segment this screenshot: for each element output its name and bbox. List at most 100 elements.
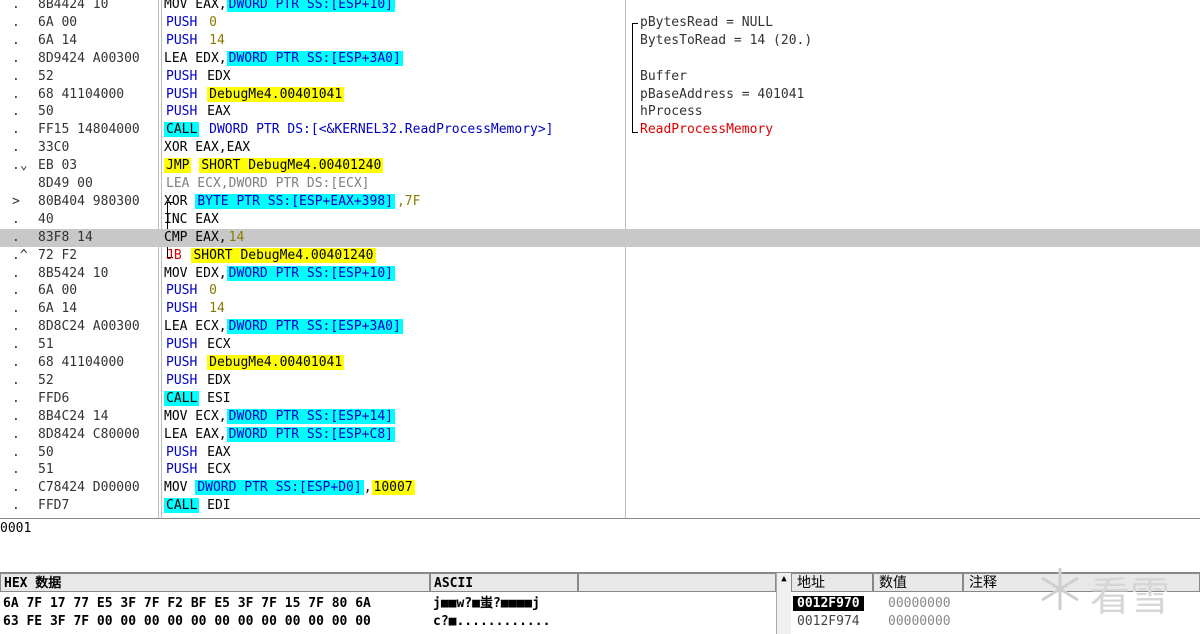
hex-bytes[interactable]: 51 <box>38 461 156 479</box>
hex-bytes[interactable]: 72 F2 <box>38 247 156 265</box>
instruction[interactable]: PUSH 0 <box>164 14 219 32</box>
instruction[interactable]: JMP SHORT DebugMe4.00401240 <box>164 157 384 175</box>
instruction[interactable]: PUSH EDX <box>164 372 231 390</box>
scroll-up-arrow-icon[interactable]: ▲ <box>777 573 791 585</box>
stack-header-value[interactable]: 数值 <box>873 573 963 592</box>
instruction[interactable]: INC EAX <box>164 211 219 229</box>
disasm-row[interactable]: . 8B4C24 14 MOV ECX, DWORD PTR SS:[ESP+14] <box>0 408 1200 426</box>
instruction[interactable]: LEA EAX, DWORD PTR SS:[ESP+C8] <box>164 426 395 444</box>
hex-bytes[interactable]: FF15 14804000 <box>38 121 156 139</box>
instruction[interactable]: XOR EAX,EAX <box>164 139 250 157</box>
stack-row[interactable]: 0012F970 00000000 <box>793 595 951 613</box>
instruction[interactable]: PUSH 0 <box>164 282 219 300</box>
disasm-row[interactable]: . 8D8424 C80000 LEA EAX, DWORD PTR SS:[ESP+… <box>0 426 1200 444</box>
disasm-row[interactable]: . 8B5424 10 MOV EDX, DWORD PTR SS:[ESP+10] <box>0 265 1200 283</box>
disasm-row[interactable]: . 8B4424 10 MOV EAX, DWORD PTR SS:[ESP+10] <box>0 0 1200 14</box>
disasm-row[interactable]: . FFD7 CALL EDI <box>0 497 1200 515</box>
dump-header-ascii[interactable]: ASCII <box>430 573 578 592</box>
disasm-row[interactable]: . 40 INC EAX <box>0 211 1200 229</box>
dump-ascii[interactable]: j■■w?■蚩?■■■■j <box>433 595 540 613</box>
disasm-row[interactable]: . C78424 D00000 MOV DWORD PTR SS:[ESP+D0],… <box>0 479 1200 497</box>
instruction[interactable]: PUSH 14 <box>164 32 227 50</box>
instruction[interactable]: XOR BYTE PTR SS:[ESP+EAX+398] ,7F <box>164 193 422 211</box>
disasm-row[interactable]: . FFD6 CALL ESI <box>0 390 1200 408</box>
comment[interactable]: pBaseAddress = 401041 <box>640 86 804 104</box>
stack-row[interactable]: 0012F974 00000000 <box>793 613 951 631</box>
instruction[interactable]: LEA ECX,DWORD PTR DS:[ECX] <box>164 175 372 193</box>
instruction[interactable]: PUSH 14 <box>164 300 227 318</box>
hex-bytes[interactable]: 52 <box>38 68 156 86</box>
dump-ascii[interactable]: c?■............ <box>433 613 550 631</box>
stack-value[interactable]: 00000000 <box>888 595 951 613</box>
disasm-row[interactable]: . 33C0 XOR EAX,EAX <box>0 139 1200 157</box>
disasm-row[interactable]: . 6A 14 PUSH 14 <box>0 300 1200 318</box>
disasm-row[interactable]: . 83F8 14 CMP EAX, 14 <box>0 228 1200 247</box>
instruction[interactable]: PUSH EAX <box>164 103 231 121</box>
disasm-row[interactable]: . 6A 14 PUSH 14 BytesToRead = 14 (20.) <box>0 32 1200 50</box>
hex-bytes[interactable]: FFD7 <box>38 497 156 515</box>
hex-bytes[interactable]: EB 03 <box>38 157 156 175</box>
instruction[interactable]: CALL DWORD PTR DS:[<&KERNEL32.ReadProces… <box>164 121 556 139</box>
stack-address[interactable]: 0012F970 <box>793 596 864 611</box>
disasm-row[interactable]: . 52 PUSH EDX <box>0 372 1200 390</box>
instruction[interactable]: MOV EDX, DWORD PTR SS:[ESP+10] <box>164 265 395 283</box>
stack-value[interactable]: 00000000 <box>888 613 951 631</box>
instruction[interactable]: PUSH ECX <box>164 336 231 354</box>
hex-bytes[interactable]: 51 <box>38 336 156 354</box>
dump-hex-bytes[interactable]: 63 FE 3F 7F 00 00 00 00 00 00 00 00 00 0… <box>3 614 371 629</box>
hex-bytes[interactable]: 8D8C24 A00300 <box>38 318 156 336</box>
hex-bytes[interactable]: C78424 D00000 <box>38 479 156 497</box>
instruction[interactable]: JB SHORT DebugMe4.00401240 <box>164 247 376 265</box>
hex-bytes[interactable]: 8B5424 10 <box>38 265 156 283</box>
hex-bytes[interactable]: 8B4424 10 <box>38 0 156 14</box>
comment[interactable]: ReadProcessMemory <box>640 121 773 139</box>
comment[interactable]: hProcess <box>640 103 703 121</box>
hex-bytes[interactable]: 52 <box>38 372 156 390</box>
instruction[interactable]: PUSH EDX <box>164 68 231 86</box>
disasm-row[interactable]: . 50 PUSH EAX <box>0 444 1200 462</box>
disasm-row[interactable]: . 6A 00 PUSH 0 <box>0 282 1200 300</box>
hex-bytes[interactable]: 68 41104000 <box>38 86 156 104</box>
disasm-row[interactable]: . 8D8C24 A00300 LEA ECX, DWORD PTR SS:[ESP+… <box>0 318 1200 336</box>
hex-bytes[interactable]: 6A 00 <box>38 282 156 300</box>
disasm-row[interactable]: .⌄ EB 03 JMP SHORT DebugMe4.00401240 <box>0 157 1200 175</box>
disasm-row[interactable]: . FF15 14804000 CALL DWORD PTR DS:[<&KERNE… <box>0 121 1200 139</box>
instruction[interactable]: CALL EDI <box>164 497 231 515</box>
hex-bytes[interactable]: 50 <box>38 444 156 462</box>
instruction[interactable]: PUSH DebugMe4.00401041 <box>164 86 345 104</box>
instruction[interactable]: CMP EAX, 14 <box>164 229 246 247</box>
hex-bytes[interactable]: 50 <box>38 103 156 121</box>
dump-scrollbar[interactable]: ▲ <box>776 573 791 634</box>
hex-bytes[interactable]: 40 <box>38 211 156 229</box>
hex-bytes[interactable]: FFD6 <box>38 390 156 408</box>
disasm-row[interactable]: .^ 72 F2 JB SHORT DebugMe4.00401240 <box>0 247 1200 265</box>
stack-address[interactable]: 0012F974 <box>793 614 864 629</box>
hex-bytes[interactable]: 8D9424 A00300 <box>38 50 156 68</box>
disasm-row[interactable]: . 52 PUSH EDX Buffer <box>0 68 1200 86</box>
dump-row[interactable]: 6A 7F 17 77 E5 3F 7F F2 BF E5 3F 7F 15 7… <box>3 595 540 613</box>
dump-header-hex[interactable]: HEX 数据 <box>0 573 430 592</box>
hex-bytes[interactable]: 8D49 00 <box>38 175 156 193</box>
hex-bytes[interactable]: 8D8424 C80000 <box>38 426 156 444</box>
disasm-row[interactable]: . 51 PUSH ECX <box>0 461 1200 479</box>
disasm-row[interactable]: . 8D9424 A00300 LEA EDX, DWORD PTR SS:[ESP+… <box>0 50 1200 68</box>
disassembly-pane[interactable]: . 8B4424 10 MOV EAX, DWORD PTR SS:[ESP+10].… <box>0 0 1200 518</box>
hex-bytes[interactable]: 6A 00 <box>38 14 156 32</box>
disasm-row[interactable]: . 6A 00 PUSH 0 pBytesRead = NULL <box>0 14 1200 32</box>
hex-bytes[interactable]: 33C0 <box>38 139 156 157</box>
disasm-row[interactable]: 8D49 00 LEA ECX,DWORD PTR DS:[ECX] <box>0 175 1200 193</box>
disasm-row[interactable]: . 68 41104000 PUSH DebugMe4.00401041 <box>0 354 1200 372</box>
instruction[interactable]: CALL ESI <box>164 390 231 408</box>
instruction[interactable]: MOV ECX, DWORD PTR SS:[ESP+14] <box>164 408 395 426</box>
dump-row[interactable]: 63 FE 3F 7F 00 00 00 00 00 00 00 00 00 0… <box>3 613 550 631</box>
disasm-row[interactable]: >80B404 980300 XOR BYTE PTR SS:[ESP+EAX+3… <box>0 193 1200 211</box>
hex-bytes[interactable]: 68 41104000 <box>38 354 156 372</box>
hex-dump-pane[interactable]: HEX 数据 ASCII 6A 7F 17 77 E5 3F 7F F2 BF … <box>0 573 791 634</box>
comment[interactable]: Buffer <box>640 68 687 86</box>
dump-hex-bytes[interactable]: 6A 7F 17 77 E5 3F 7F F2 BF E5 3F 7F 15 7… <box>3 596 371 611</box>
hex-bytes[interactable]: 6A 14 <box>38 300 156 318</box>
instruction[interactable]: MOV EAX, DWORD PTR SS:[ESP+10] <box>164 0 395 14</box>
disasm-row[interactable]: . 68 41104000 PUSH DebugMe4.00401041 pBaseA… <box>0 86 1200 104</box>
stack-header-address[interactable]: 地址 <box>791 573 873 592</box>
hex-bytes[interactable]: 80B404 980300 <box>38 193 156 211</box>
